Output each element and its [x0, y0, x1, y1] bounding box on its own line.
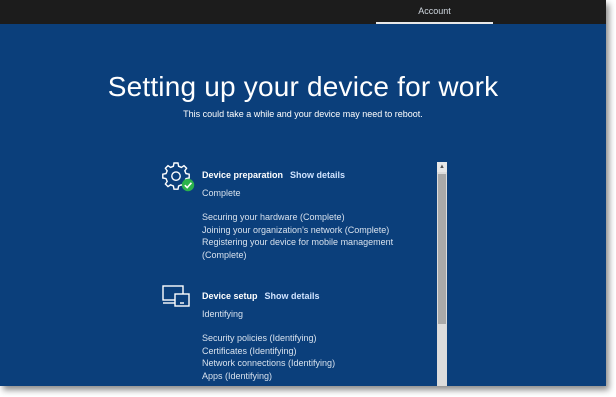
section-detail-list: Security policies (Identifying) Certific… — [202, 332, 432, 382]
scroll-thumb[interactable] — [438, 174, 446, 324]
section-device-preparation-header: Device preparation Show details — [202, 170, 345, 180]
section-title: Device preparation — [202, 170, 284, 180]
page-title: Setting up your device for work — [107, 71, 499, 102]
list-item: (Complete) — [202, 249, 247, 260]
page-subtitle: This could take a while and your device … — [183, 109, 423, 119]
list-item: Security policies (Identifying) — [202, 333, 317, 343]
top-bar: Account — [0, 0, 606, 24]
section-status: Identifying — [202, 309, 244, 319]
show-details-link[interactable]: Show details — [265, 291, 320, 301]
oobe-window: Account Setting up your device for work … — [0, 0, 606, 386]
vertical-scrollbar[interactable]: ▲ — [437, 162, 447, 386]
list-item: Securing your hardware (Complete) — [202, 212, 345, 222]
list-item: Joining your organization's network (Com… — [202, 224, 390, 235]
gear-check-icon — [160, 160, 196, 199]
section-device-setup-header: Device setup Show details — [202, 291, 320, 301]
list-item: Apps (Identifying) — [202, 370, 273, 381]
list-item: Registering your device for mobile manag… — [202, 237, 394, 247]
list-item: Certificates (Identifying) — [202, 345, 297, 356]
section-status: Complete — [202, 188, 241, 198]
section-detail-list: Securing your hardware (Complete) Joinin… — [202, 211, 432, 261]
section-title: Device setup — [202, 291, 258, 301]
devices-icon — [161, 284, 193, 315]
account-tab-underline — [376, 22, 493, 24]
show-details-link[interactable]: Show details — [290, 170, 345, 180]
account-tab[interactable]: Account — [376, 0, 493, 24]
list-item: Network connections (Identifying) — [202, 358, 336, 368]
scroll-up-arrow-icon[interactable]: ▲ — [437, 162, 447, 172]
